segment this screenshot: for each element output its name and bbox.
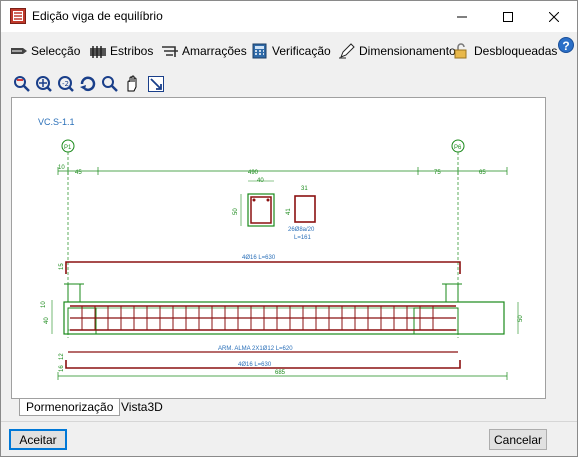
column-right-label: P6: [454, 145, 462, 151]
top-anchor-dim: 15: [59, 263, 65, 270]
zoom-previous-icon[interactable]: -2: [57, 75, 75, 93]
bottom-left-dim-1: 12: [59, 353, 65, 360]
window-title: Edição viga de equilíbrio: [32, 9, 163, 23]
menu-selection[interactable]: Selecção: [10, 42, 80, 60]
top-bar-label: 4Ø16 L=630: [242, 255, 276, 261]
zoom-extents-icon[interactable]: [35, 75, 53, 93]
menu-selection-label: Selecção: [31, 44, 81, 58]
web-bars-label: ARM. ALMA 2X1Ø12 L=620: [218, 346, 293, 352]
dialog-window: Edição viga de equilíbrio Selecção Estri…: [0, 0, 578, 457]
dim-top-1: 10: [58, 165, 65, 171]
title-bar: Edição viga de equilíbrio: [1, 1, 577, 32]
dim-top-5: 65: [479, 170, 486, 176]
anchorage-icon: [162, 46, 178, 57]
tab-detailing[interactable]: Pormenorização: [19, 399, 121, 416]
menu-anchorage[interactable]: Amarrações: [161, 42, 247, 60]
minimize-button[interactable]: [439, 1, 485, 32]
menu-anchorage-label: Amarrações: [182, 44, 247, 58]
bottom-left-dim-2: 16: [59, 365, 65, 372]
redraw-icon[interactable]: [79, 75, 97, 93]
menu-dimensioning[interactable]: Dimensionamento: [338, 42, 456, 60]
accept-button[interactable]: Aceitar: [9, 429, 67, 450]
section-width: 40: [257, 178, 264, 184]
beam-drawing: VC.S-1.1 P1 P6 10 45 490 75 65 40 50 31 …: [38, 117, 524, 380]
column-left-label: P1: [64, 145, 72, 151]
menu-bar: Selecção Estribos Amarrações Verificação…: [1, 35, 577, 67]
stirrups-icon: [90, 46, 106, 58]
maximize-button[interactable]: [485, 1, 531, 32]
footer-separator: [1, 421, 577, 422]
view-tabs: Pormenorização Vista3D: [11, 399, 546, 417]
right-dim: 50: [518, 315, 524, 322]
dim-top-4: 75: [434, 170, 441, 176]
unlock-icon: [454, 43, 467, 59]
menu-stirrups-label: Estribos: [110, 44, 154, 58]
menu-dimensioning-label: Dimensionamento: [359, 44, 456, 58]
menu-verification-label: Verificação: [272, 44, 331, 58]
app-icon: [10, 8, 26, 24]
menu-unlocked[interactable]: Desbloqueadas: [453, 42, 557, 60]
tab-3d-view[interactable]: Vista3D: [115, 399, 169, 416]
zoom-window-icon[interactable]: [13, 75, 31, 93]
bottom-bar-label: 4Ø16 L=630: [238, 362, 272, 368]
menu-verification[interactable]: Verificação: [251, 42, 331, 60]
stirrup-top-dim: 31: [301, 186, 308, 192]
dim-top-2: 45: [75, 170, 82, 176]
svg-text:-2: -2: [62, 80, 69, 88]
view-toolbar: -2: [11, 73, 171, 95]
close-button[interactable]: [531, 1, 577, 32]
selection-icon: [11, 48, 27, 54]
close-icon: [549, 11, 559, 22]
pencil-icon: [339, 43, 355, 59]
section-height: 50: [233, 208, 239, 215]
menu-stirrups[interactable]: Estribos: [89, 42, 153, 60]
maximize-icon: [503, 11, 513, 22]
left-dim-1: 10: [41, 301, 47, 308]
left-dim-2: 40: [44, 317, 50, 324]
help-button[interactable]: ?: [558, 37, 574, 53]
pan-icon[interactable]: [123, 75, 141, 93]
fit-view-icon[interactable]: [147, 75, 165, 93]
drawing-canvas[interactable]: VC.S-1.1 P1 P6 10 45 490 75 65 40 50 31 …: [11, 97, 546, 399]
vertical-scrollbar[interactable]: [546, 97, 558, 399]
stirrup-length: L=161: [294, 235, 312, 241]
zoom-realtime-icon[interactable]: [101, 75, 119, 93]
cancel-button[interactable]: Cancelar: [489, 429, 547, 450]
dim-top-3: 490: [248, 170, 259, 176]
minimize-icon: [457, 16, 467, 17]
total-length: 685: [275, 370, 286, 376]
calculator-icon: [252, 43, 267, 59]
stirrup-spec: 26Ø8a/20: [288, 227, 315, 233]
stirrup-side-dim: 41: [286, 208, 292, 215]
beam-reference: VC.S-1.1: [38, 117, 75, 127]
menu-unlocked-label: Desbloqueadas: [474, 44, 558, 58]
